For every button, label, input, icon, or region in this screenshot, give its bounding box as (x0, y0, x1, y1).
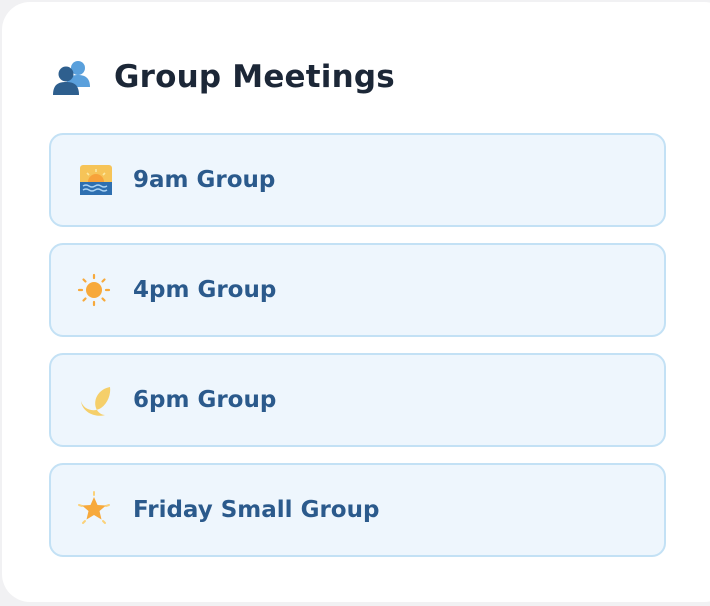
group-item-label: 6pm Group (133, 387, 277, 413)
sun-icon (77, 271, 115, 309)
busts-in-silhouette-icon (50, 57, 94, 97)
card-header: Group Meetings (50, 54, 395, 100)
group-list: 9am Group 4pm Group 6pm Group Friday Sma… (49, 133, 666, 573)
group-item-9am[interactable]: 9am Group (49, 133, 666, 227)
group-item-6pm[interactable]: 6pm Group (49, 353, 666, 447)
star-icon (77, 491, 115, 529)
page-title: Group Meetings (114, 59, 395, 95)
crescent-moon-icon (77, 381, 115, 419)
group-meetings-card: Group Meetings 9am Group 4pm Group 6pm G… (2, 2, 710, 602)
group-item-friday-small[interactable]: Friday Small Group (49, 463, 666, 557)
sunrise-icon (77, 161, 115, 199)
group-item-label: 9am Group (133, 167, 276, 193)
group-item-label: Friday Small Group (133, 497, 380, 523)
group-item-label: 4pm Group (133, 277, 277, 303)
group-item-4pm[interactable]: 4pm Group (49, 243, 666, 337)
